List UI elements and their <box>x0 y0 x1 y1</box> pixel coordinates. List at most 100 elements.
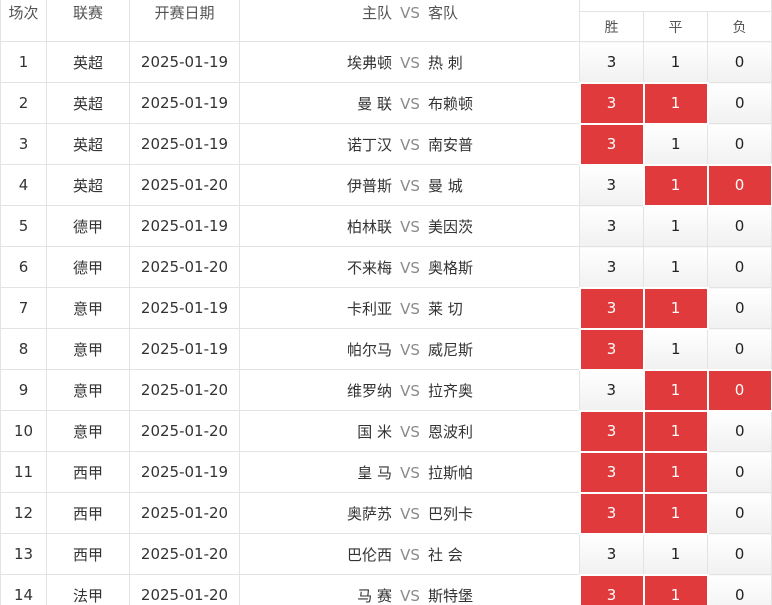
home-team: 维罗纳 <box>346 381 392 400</box>
table-body: 1 英超 2025-01-19 埃弗顿 VS 热 刺 3 1 0 2 英超 2025-01-19 曼 联… <box>0 41 772 605</box>
odds-win-cell[interactable]: 3 <box>578 491 645 535</box>
header-vs: VS <box>400 3 420 22</box>
odds-draw-cell-value: 1 <box>670 340 681 358</box>
match-no: 2 <box>0 82 47 124</box>
odds-win-cell-value: 3 <box>606 545 617 563</box>
odds-draw-cell[interactable]: 1 <box>642 450 709 494</box>
odds-lose-cell-value: 0 <box>734 463 745 481</box>
home-team: 曼 联 <box>357 94 392 113</box>
odds-lose-cell-value: 0 <box>734 176 745 194</box>
odds-lose-cell[interactable]: 0 <box>706 451 772 493</box>
odds-win-cell-value: 3 <box>606 422 617 440</box>
table-row: 3 英超 2025-01-19 诺丁汉 VS 南安普 3 1 0 <box>0 122 772 166</box>
odds-win-cell[interactable]: 3 <box>579 246 644 288</box>
odds-draw-cell-value: 1 <box>670 299 681 317</box>
home-team: 国 米 <box>357 422 392 441</box>
table-row: 7 意甲 2025-01-19 卡利亚 VS 莱 切 3 1 0 <box>0 286 772 330</box>
odds-win-cell[interactable]: 3 <box>579 41 644 83</box>
header-date: 开赛日期 <box>129 0 240 42</box>
odds-lose-cell[interactable]: 0 <box>706 492 772 534</box>
odds-win-cell[interactable]: 3 <box>579 369 644 411</box>
vs-label: VS <box>400 217 420 236</box>
odds-lose-cell[interactable]: 0 <box>706 163 772 207</box>
odds-win-cell[interactable]: 3 <box>578 450 645 494</box>
odds-win-cell[interactable]: 3 <box>579 164 644 206</box>
odds-win-cell[interactable]: 3 <box>578 286 645 330</box>
odds-draw-cell[interactable]: 1 <box>643 123 708 165</box>
odds-win-cell[interactable]: 3 <box>578 409 645 453</box>
odds-lose-cell-value: 0 <box>734 134 745 153</box>
odds-draw-cell[interactable]: 1 <box>642 163 709 207</box>
away-team: 社 会 <box>428 545 463 564</box>
odds-win-cell-value: 3 <box>606 52 617 71</box>
odds-draw-cell[interactable]: 1 <box>643 41 708 83</box>
kickoff-date: 2025-01-20 <box>129 369 240 411</box>
odds-lose-cell[interactable]: 0 <box>706 574 772 605</box>
odds-draw-cell-value: 1 <box>670 135 681 153</box>
match-no: 11 <box>0 451 47 493</box>
league: 英超 <box>46 164 130 206</box>
kickoff-date: 2025-01-19 <box>129 123 240 165</box>
odds-lose-cell[interactable]: 0 <box>706 410 772 452</box>
odds-draw-cell[interactable]: 1 <box>643 533 708 575</box>
header-draw: 平 <box>643 11 708 42</box>
odds-draw-cell[interactable]: 1 <box>642 409 709 453</box>
odds-lose-cell[interactable]: 0 <box>706 41 772 83</box>
league: 意甲 <box>46 369 130 411</box>
odds-draw-cell[interactable]: 1 <box>642 81 709 125</box>
odds-lose-cell-value: 0 <box>734 53 745 71</box>
kickoff-date: 2025-01-20 <box>129 246 240 288</box>
odds-draw-cell[interactable]: 1 <box>643 246 708 288</box>
away-team: 曼 城 <box>428 176 463 195</box>
table-row: 8 意甲 2025-01-19 帕尔马 VS 威尼斯 3 1 0 <box>0 327 772 371</box>
match-no: 9 <box>0 369 47 411</box>
vs-label: VS <box>400 586 420 605</box>
away-team: 拉斯帕 <box>428 463 474 482</box>
odds-lose-cell[interactable]: 0 <box>706 368 772 412</box>
odds-draw-cell[interactable]: 1 <box>642 573 709 605</box>
odds-draw-cell[interactable]: 1 <box>643 328 708 370</box>
odds-draw-cell-value: 1 <box>670 94 681 112</box>
home-team: 埃弗顿 <box>346 53 392 72</box>
odds-lose-cell[interactable]: 0 <box>706 287 772 329</box>
odds-draw-cell-value: 1 <box>670 545 681 563</box>
odds-lose-cell[interactable]: 0 <box>706 205 772 247</box>
odds-win-cell[interactable]: 3 <box>578 122 645 166</box>
match-no: 3 <box>0 123 47 165</box>
odds-win-cell[interactable]: 3 <box>579 205 644 247</box>
vs-label: VS <box>400 94 420 113</box>
odds-draw-cell-value: 1 <box>670 463 681 481</box>
odds-draw-cell[interactable]: 1 <box>643 205 708 247</box>
odds-win-cell-value: 3 <box>606 299 617 317</box>
odds-draw-cell[interactable]: 1 <box>642 491 709 535</box>
away-team: 南安普 <box>428 135 474 154</box>
match-no: 8 <box>0 328 47 370</box>
table-row: 11 西甲 2025-01-19 皇 马 VS 拉斯帕 3 1 0 <box>0 450 772 494</box>
odds-draw-cell-value: 1 <box>670 52 681 71</box>
odds-win-cell-value: 3 <box>606 504 617 522</box>
match-teams: 奥萨苏 VS 巴列卡 <box>239 492 580 534</box>
odds-win-cell[interactable]: 3 <box>578 573 645 605</box>
odds-draw-cell[interactable]: 1 <box>642 368 709 412</box>
match-no: 7 <box>0 287 47 329</box>
away-team: 威尼斯 <box>428 340 474 359</box>
odds-win-cell-value: 3 <box>606 463 617 481</box>
odds-win-cell[interactable]: 3 <box>578 327 645 371</box>
header-home: 主队 <box>361 3 392 22</box>
odds-lose-cell[interactable]: 0 <box>706 533 772 575</box>
odds-win-cell[interactable]: 3 <box>578 81 645 125</box>
kickoff-date: 2025-01-19 <box>129 328 240 370</box>
odds-win-cell[interactable]: 3 <box>579 533 644 575</box>
odds-lose-cell[interactable]: 0 <box>706 246 772 288</box>
odds-draw-cell[interactable]: 1 <box>642 286 709 330</box>
away-team: 布赖顿 <box>428 94 474 113</box>
odds-lose-cell-value: 0 <box>734 586 745 604</box>
odds-lose-cell[interactable]: 0 <box>706 123 772 165</box>
odds-lose-cell[interactable]: 0 <box>706 328 772 370</box>
match-teams: 伊普斯 VS 曼 城 <box>239 164 580 206</box>
vs-label: VS <box>400 135 420 154</box>
odds-lose-cell[interactable]: 0 <box>706 82 772 124</box>
away-team: 美因茨 <box>428 217 474 236</box>
kickoff-date: 2025-01-19 <box>129 451 240 493</box>
odds-win-cell-value: 3 <box>606 176 617 195</box>
